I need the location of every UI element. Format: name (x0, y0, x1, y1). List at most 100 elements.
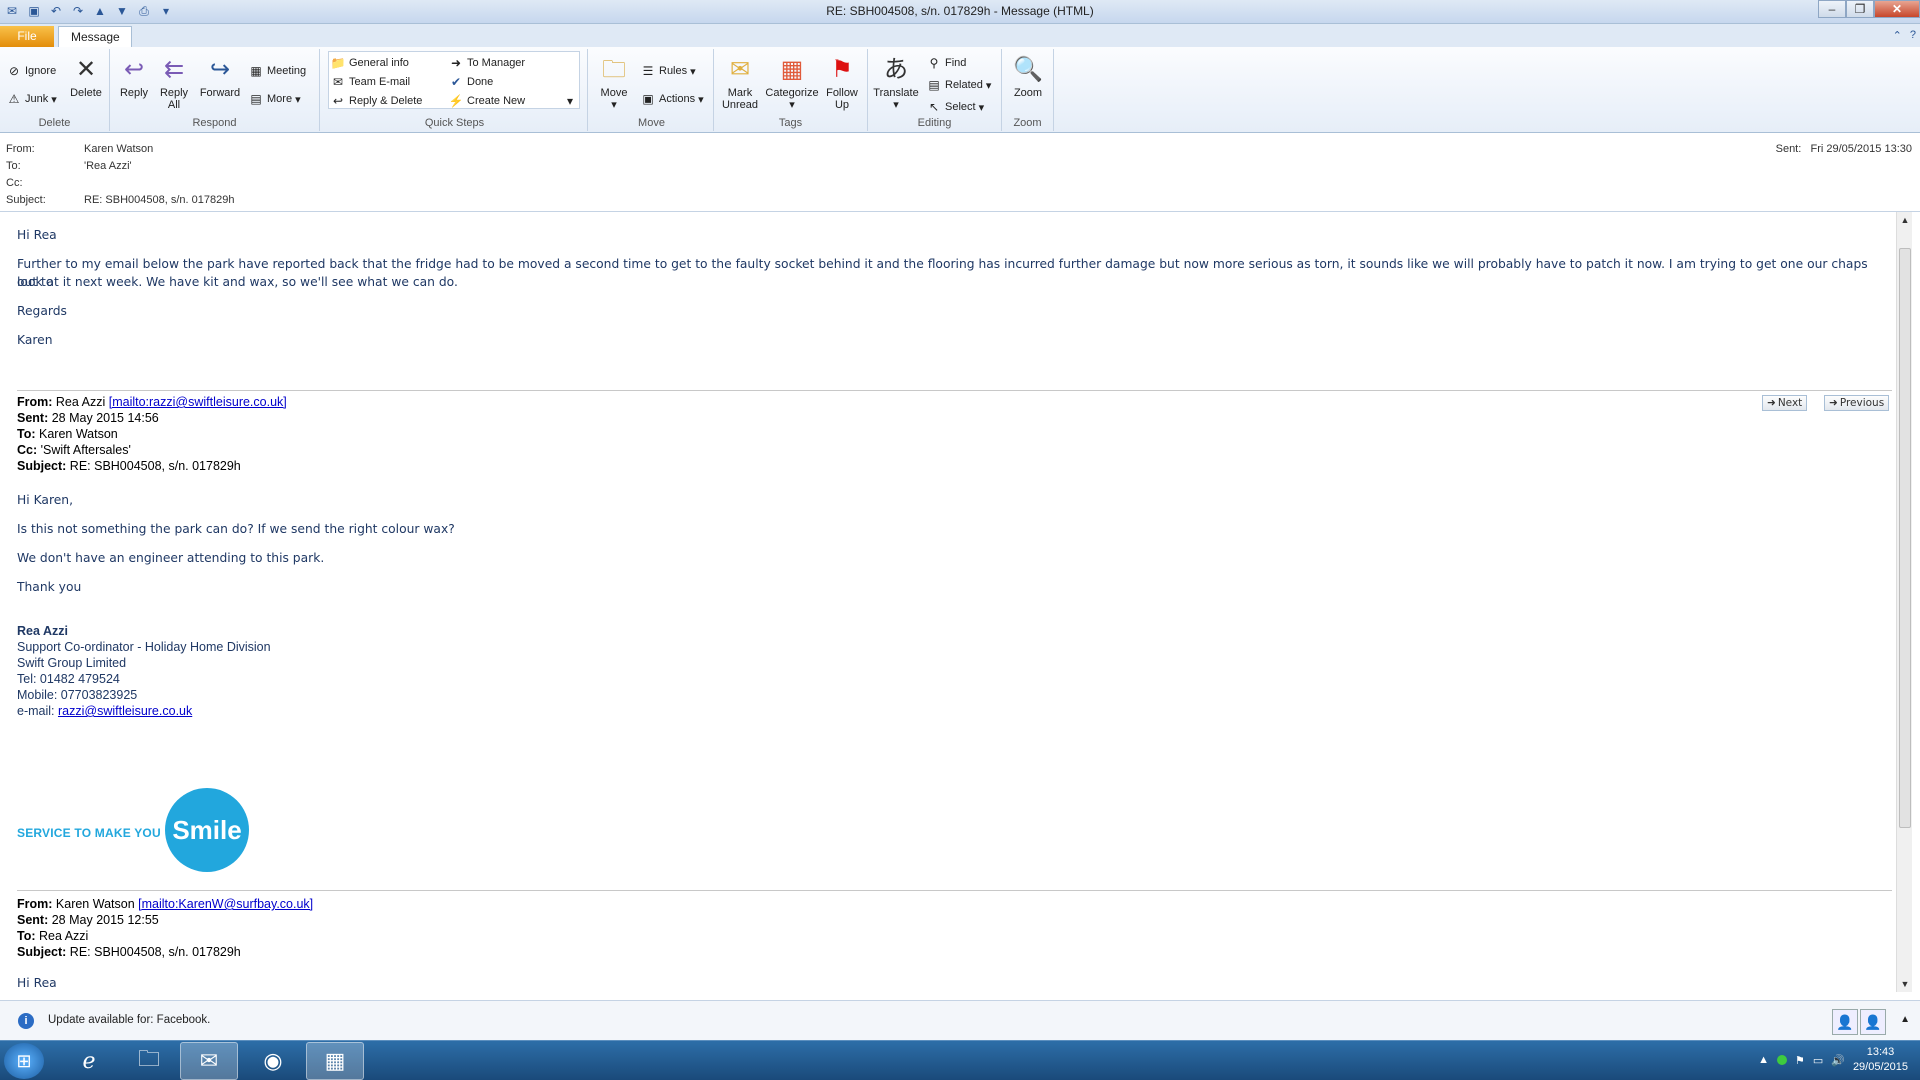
reply-button[interactable]: ↩ Reply (116, 55, 152, 100)
quoted1-subject-value: RE: SBH004508, s/n. 017829h (69, 459, 241, 473)
info-bar-text[interactable]: Update available for: Facebook. (48, 1014, 210, 1026)
meeting-button[interactable]: ▦ Meeting (248, 63, 306, 79)
related-button[interactable]: ▤ Related ▾ (926, 77, 991, 93)
group-tags: ✉ Mark Unread ▦ Categorize ▾ ⚑ Follow Up Tags (714, 49, 868, 131)
quoted2-mailto-link[interactable]: [mailto:KarenW@surfbay.co.uk] (138, 897, 313, 911)
app-grid-icon[interactable]: ▦ (306, 1042, 364, 1080)
regards: Regards (17, 304, 67, 318)
junk-button[interactable]: ⚠ Junk ▾ (6, 91, 57, 107)
forward-icon: ↪ (209, 56, 231, 83)
select-label: Select (945, 101, 976, 113)
firefox-icon[interactable]: ◉ (244, 1042, 302, 1080)
flag-icon[interactable]: ⚑ (1795, 1054, 1805, 1067)
follow-up-label-1: Follow (826, 87, 858, 99)
message-body[interactable]: Hi Rea Further to my email below the par… (6, 212, 1896, 992)
quoted1-mailto-link[interactable]: [mailto:razzi@swiftleisure.co.uk] (109, 395, 287, 409)
previous-button[interactable]: ➜ Previous (1824, 395, 1890, 411)
quickstep-team-email[interactable]: ✉ Team E-mail (330, 74, 410, 90)
team-email-icon: ✉ (332, 75, 344, 89)
ribbon-tab-controls: ⌃ ? (1893, 29, 1916, 42)
group-quick-steps: 📁 General info ✉ Team E-mail ↩ Reply & Dele… (322, 49, 588, 131)
reply-all-icon: ⇇ (163, 56, 185, 83)
close-button[interactable]: ✕ (1874, 0, 1920, 18)
maximize-button[interactable]: ❐ (1846, 0, 1874, 18)
magnifier-icon: 🔍 (1013, 56, 1043, 83)
expand-people-pane-icon[interactable]: ▲ (1900, 1014, 1910, 1025)
network-icon[interactable]: ▭ (1813, 1054, 1823, 1067)
status-icon[interactable] (1776, 1055, 1787, 1065)
more-button[interactable]: ▤ More ▾ (248, 91, 300, 107)
person-icon[interactable]: 👤 (1832, 1009, 1858, 1035)
header-sent: Sent: Fri 29/05/2015 13:30 (1776, 143, 1912, 155)
delete-button[interactable]: ✕ Delete (66, 55, 106, 100)
file-explorer-icon[interactable]: 🗀 (120, 1042, 178, 1080)
categorize-button[interactable]: ▦ Categorize ▾ (764, 55, 820, 112)
quickstep-reply-delete[interactable]: ↩ Reply & Delete (330, 93, 422, 109)
tab-message[interactable]: Message (58, 26, 132, 47)
signature-name: Rea Azzi (17, 624, 68, 638)
group-move: 🗀 Move ▾ ☰ Rules ▾ ▣ Actions ▾ Move (590, 49, 714, 131)
show-hidden-icons-icon[interactable]: ▲ (1758, 1054, 1769, 1066)
forward-button[interactable]: ↪ Forward (198, 55, 242, 100)
help-icon[interactable]: ? (1910, 29, 1916, 42)
vertical-scrollbar[interactable]: ▲ ▼ (1896, 212, 1912, 992)
reply-all-button[interactable]: ⇇ Reply All (156, 55, 192, 112)
expand-gallery-icon: ▾ (566, 94, 574, 108)
checkmark-icon: ✔ (450, 75, 462, 89)
mark-unread-button[interactable]: ✉ Mark Unread (718, 55, 762, 112)
ignore-button[interactable]: ⊘ Ignore (6, 63, 56, 79)
scroll-up-icon[interactable]: ▲ (1897, 212, 1913, 228)
quoted1-to: To: Karen Watson (17, 426, 287, 442)
actions-icon: ▣ (642, 92, 654, 106)
to-value[interactable]: 'Rea Azzi' (84, 160, 132, 172)
quoted1-subject: Subject: RE: SBH004508, s/n. 017829h (17, 458, 287, 474)
group-label-zoom: Zoom (1013, 117, 1042, 129)
quoted1-thanks: Thank you (17, 580, 82, 594)
info-icon: i (18, 1013, 34, 1029)
follow-up-button[interactable]: ⚑ Follow Up (822, 55, 862, 112)
logo-tagline: SERVICE TO MAKE YOU (17, 826, 161, 840)
header-cc: Cc: (6, 177, 84, 189)
signature-mobile: Mobile: 07703823925 (17, 688, 138, 702)
junk-label: Junk (25, 93, 49, 105)
message-header: From: Karen Watson To: 'Rea Azzi' Cc: Subj… (0, 134, 1920, 212)
quick-steps-expand[interactable]: ▾ (562, 93, 578, 109)
minimize-ribbon-icon[interactable]: ⌃ (1893, 29, 1902, 42)
window-controls: – ❐ ✕ (1818, 0, 1920, 18)
minimize-button[interactable]: – (1818, 0, 1846, 18)
quoted1-line2: We don't have an engineer attending to t… (17, 551, 325, 565)
to-label: To: (6, 160, 21, 172)
from-value[interactable]: Karen Watson (84, 143, 153, 155)
zoom-button[interactable]: 🔍 Zoom (1008, 55, 1048, 100)
move-button[interactable]: 🗀 Move ▾ (596, 55, 632, 112)
quoted1-to-label: To: (17, 427, 36, 441)
clock[interactable]: 13:43 29/05/2015 (1853, 1045, 1908, 1075)
quickstep-to-manager[interactable]: ➜ To Manager (448, 55, 525, 71)
person-icon[interactable]: 👤 (1860, 1009, 1886, 1035)
scroll-thumb[interactable] (1899, 248, 1911, 828)
previous-arrow-icon: ➜ (1829, 397, 1838, 409)
rules-button[interactable]: ☰ Rules ▾ (640, 63, 696, 79)
internet-explorer-icon[interactable]: ℯ (60, 1042, 118, 1080)
next-button[interactable]: ➜ Next (1762, 395, 1808, 411)
quickstep-general-info[interactable]: 📁 General info (330, 55, 409, 71)
start-button[interactable]: ⊞ (4, 1043, 44, 1079)
translate-button[interactable]: あ Translate ▾ (872, 55, 920, 112)
volume-icon[interactable]: 🔊 (1831, 1054, 1845, 1067)
next-arrow-icon: ➜ (1767, 397, 1776, 409)
quickstep-done[interactable]: ✔ Done (448, 74, 493, 90)
outlook-icon[interactable]: ✉ (180, 1042, 238, 1080)
reply-all-label-1: Reply (159, 87, 189, 99)
scroll-down-icon[interactable]: ▼ (1897, 976, 1913, 992)
find-button[interactable]: ⚲ Find (926, 55, 967, 71)
signature-email-link[interactable]: razzi@swiftleisure.co.uk (58, 704, 192, 718)
select-button[interactable]: ↖ Select ▾ (926, 99, 984, 115)
junk-icon: ⚠ (8, 92, 20, 106)
actions-button[interactable]: ▣ Actions ▾ (640, 91, 703, 107)
quoted1-greeting: Hi Karen, (17, 493, 74, 507)
create-new-label: Create New (467, 95, 526, 107)
quickstep-create-new[interactable]: ⚡ Create New (448, 93, 526, 109)
quoted2-subject-value: RE: SBH004508, s/n. 017829h (69, 945, 241, 959)
tab-file[interactable]: File (0, 26, 54, 47)
next-label: Next (1777, 397, 1803, 409)
